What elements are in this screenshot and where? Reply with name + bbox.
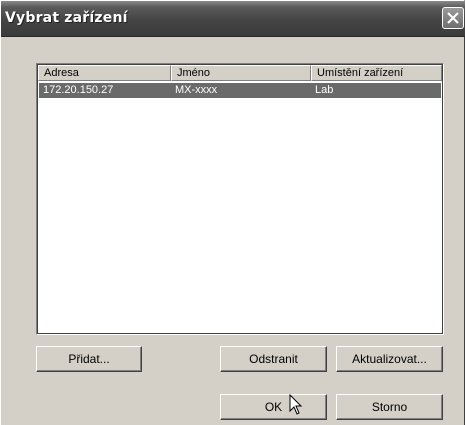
arrow-cursor-icon [289, 394, 303, 415]
device-list[interactable]: Adresa Jméno Umístění zařízení 172.20.15… [36, 63, 444, 335]
remove-button[interactable]: Odstranit [220, 346, 327, 372]
list-header: Adresa Jméno Umístění zařízení [38, 65, 442, 81]
window-title: Vybrat zařízení [5, 10, 128, 26]
column-header-location[interactable]: Umístění zařízení [311, 65, 442, 81]
dialog-window: Vybrat zařízení Adresa Jméno Umístění za… [0, 0, 465, 425]
cell-address: 172.20.150.27 [43, 84, 114, 96]
close-icon [447, 12, 459, 24]
cell-location: Lab [315, 84, 334, 96]
ok-button[interactable]: OK [220, 394, 327, 420]
cancel-button[interactable]: Storno [336, 394, 443, 420]
cell-name: MX-xxxx [175, 84, 218, 96]
list-row-selected[interactable]: 172.20.150.27 MX-xxxx Lab [39, 83, 441, 98]
update-button[interactable]: Aktualizovat... [336, 346, 443, 372]
title-bar[interactable]: Vybrat zařízení [1, 1, 465, 37]
column-header-name[interactable]: Jméno [171, 65, 311, 81]
column-header-address[interactable]: Adresa [38, 65, 171, 81]
close-button[interactable] [442, 7, 464, 29]
add-button[interactable]: Přidat... [36, 346, 142, 372]
